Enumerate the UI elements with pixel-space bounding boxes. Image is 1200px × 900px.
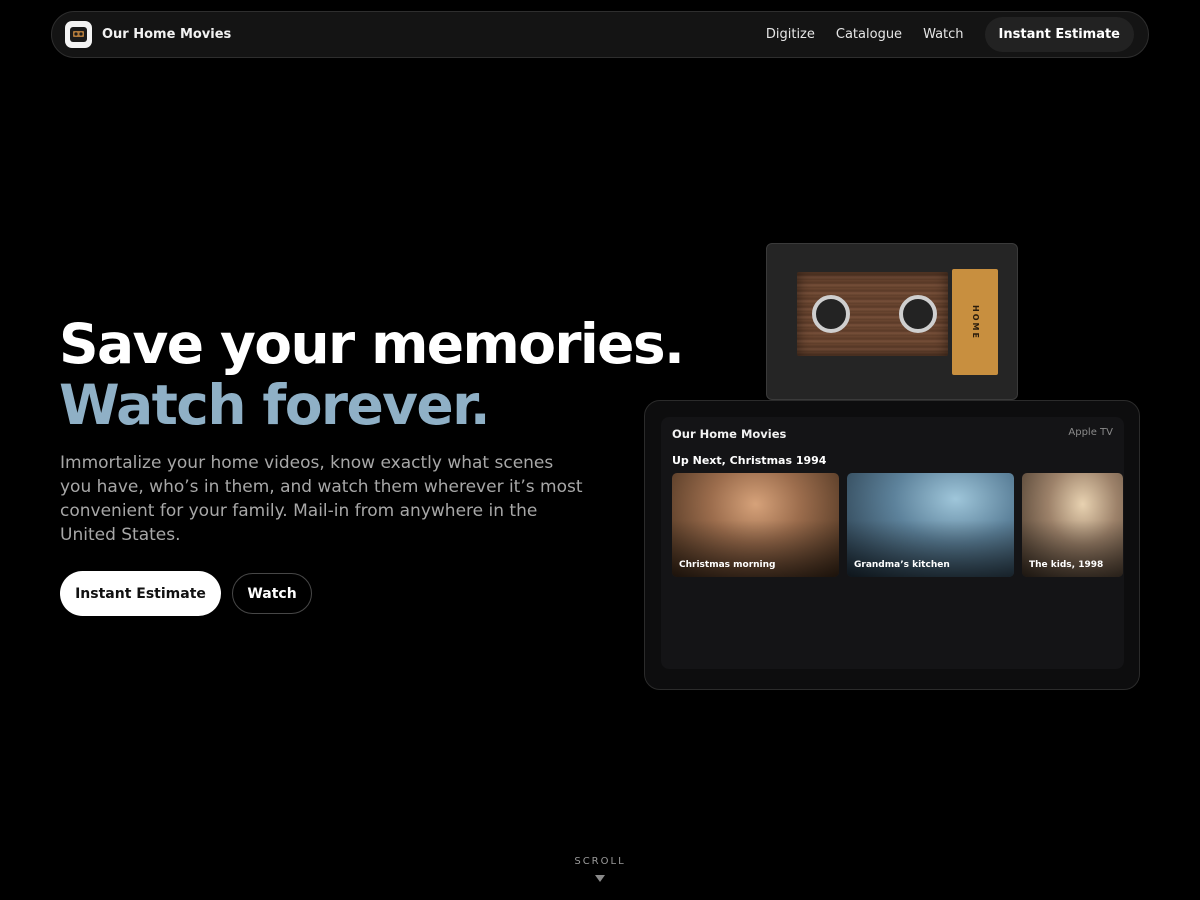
nav-links: Digitize Catalogue Watch Instant Estimat… [766,17,1134,52]
hero-title: Save your memories. Watch forever. [59,312,685,437]
video-thumbnail[interactable]: Christmas morning [672,473,839,577]
tv-illustration: Our Home Movies Apple TV Up Next, Christ… [644,400,1140,690]
watch-button[interactable]: Watch [232,573,312,614]
instant-estimate-button[interactable]: Instant Estimate [60,571,221,616]
cassette-illustration: HOME [766,243,1018,400]
nav-instant-estimate-button[interactable]: Instant Estimate [984,17,1134,52]
cassette-logo-icon [65,21,92,48]
tape-reel-right [899,295,937,333]
tape-reel-left [812,295,850,333]
cassette-label-text: HOME [970,304,980,340]
tape-window [797,272,948,356]
cassette-label: HOME [952,269,998,375]
thumbnail-label: The kids, 1998 [1029,560,1104,570]
tv-app-name: Our Home Movies [672,427,787,441]
hero-title-line-1: Save your memories. [59,312,685,376]
brand-name: Our Home Movies [102,27,232,42]
nav-link-watch[interactable]: Watch [923,27,963,42]
hero-description: Immortalize your home videos, know exact… [60,453,583,545]
video-thumbnail[interactable]: Grandma’s kitchen [847,473,1014,577]
tv-screen: Our Home Movies Apple TV Up Next, Christ… [661,417,1124,669]
brand[interactable]: Our Home Movies [65,21,231,48]
tv-thumbnail-row: Christmas morning Grandma’s kitchen The … [672,473,1123,577]
scroll-hint[interactable]: SCROLL [560,856,640,867]
hero-title-line-2: Watch forever. [59,373,491,437]
thumbnail-label: Grandma’s kitchen [854,560,950,570]
nav-link-digitize[interactable]: Digitize [766,27,815,42]
scroll-down-arrow-icon[interactable] [595,875,605,882]
tv-up-next-heading: Up Next, Christmas 1994 [672,454,827,467]
video-thumbnail[interactable]: The kids, 1998 [1022,473,1123,577]
tv-platform: Apple TV [1068,427,1113,438]
nav-link-catalogue[interactable]: Catalogue [836,27,902,42]
top-nav: Our Home Movies Digitize Catalogue Watch… [51,11,1149,58]
thumbnail-label: Christmas morning [679,560,776,570]
